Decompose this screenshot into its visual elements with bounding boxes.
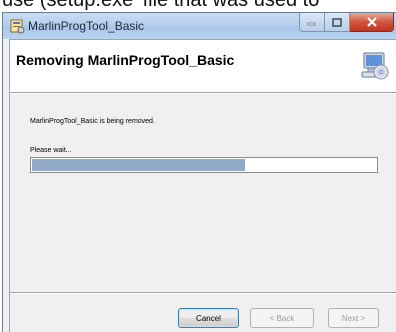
window-title: MarlinProgTool_Basic	[28, 19, 145, 33]
page-title: Removing MarlinProgTool_Basic	[16, 52, 235, 68]
progress-bar-fill	[32, 159, 245, 171]
status-message: MarlinProgTool_Basic is being removed.	[30, 118, 155, 125]
computer-cd-icon	[361, 52, 389, 80]
maximize-icon	[332, 17, 342, 27]
minimize-icon	[307, 22, 316, 26]
title-bar[interactable]: MarlinProgTool_Basic	[3, 13, 396, 39]
maximize-button[interactable]	[325, 13, 350, 32]
cancel-button[interactable]: Cancel	[178, 308, 239, 328]
back-button[interactable]: < Back	[250, 308, 314, 328]
dialog-client-area: Removing MarlinProgTool_Basic MarlinProg…	[9, 39, 396, 332]
progress-bar	[30, 157, 378, 173]
caption-buttons	[299, 13, 394, 33]
next-button[interactable]: Next >	[328, 308, 379, 328]
progress-label: Please wait...	[30, 147, 72, 154]
close-button[interactable]	[350, 13, 394, 32]
installer-window: MarlinProgTool_Basic Removing MarlinProg…	[2, 12, 396, 332]
dialog-header: Removing MarlinProgTool_Basic	[10, 40, 396, 93]
header-divider	[10, 93, 396, 94]
footer-divider	[10, 292, 396, 294]
minimize-button[interactable]	[299, 13, 325, 32]
installer-app-icon	[10, 19, 25, 34]
close-icon	[366, 17, 377, 27]
